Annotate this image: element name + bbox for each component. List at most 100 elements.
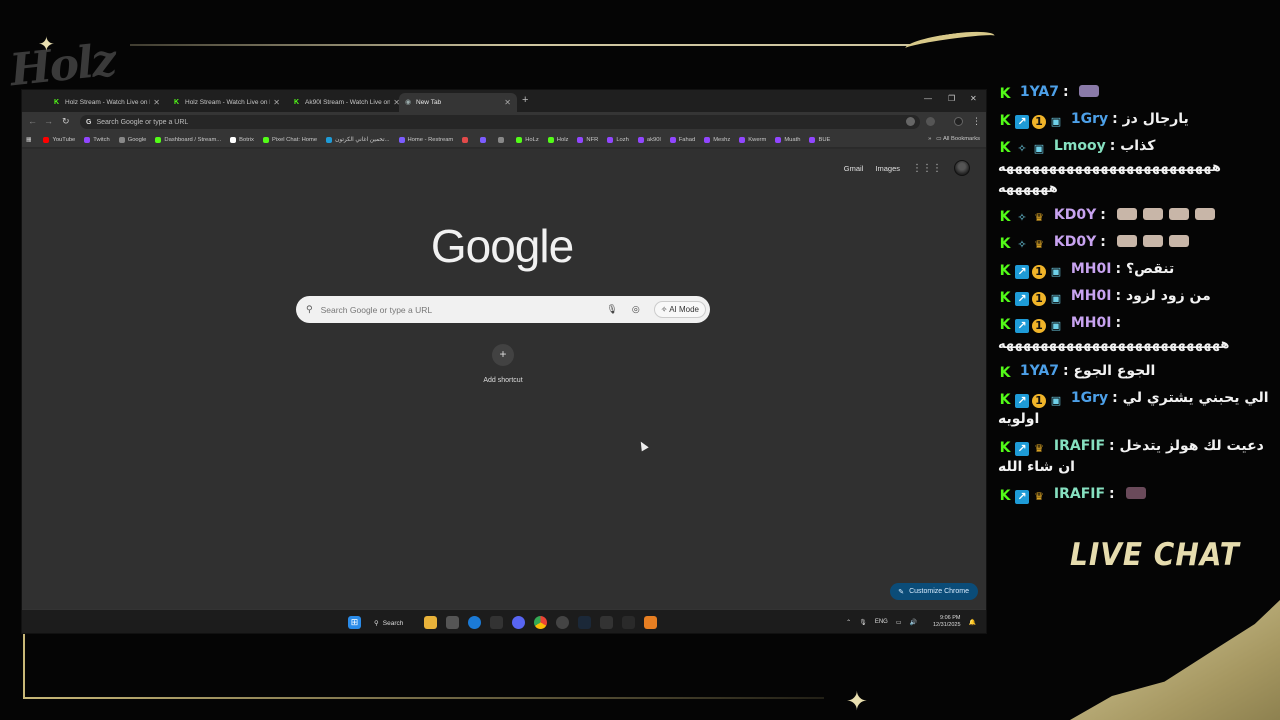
- chat-message: هههههههههههههههههههههههههه ههههههه: [992, 157, 1280, 199]
- emote: [1116, 208, 1137, 220]
- extension-icon[interactable]: [906, 117, 915, 126]
- kick-badge-icon: K: [999, 209, 1011, 225]
- microphone-icon[interactable]: 🎙: [859, 619, 867, 626]
- bookmark-label: Twitch: [93, 136, 110, 143]
- bookmark-item[interactable]: Dashboard / Stream...: [155, 136, 221, 143]
- microphone-icon[interactable]: 🎙: [606, 304, 617, 315]
- network-icon[interactable]: ▭: [896, 619, 902, 626]
- bookmark-item[interactable]: تخمين اغاني الكرتون...: [326, 136, 390, 143]
- bookmark-item[interactable]: Fahad: [669, 136, 695, 143]
- apps-grid-icon[interactable]: ▦: [26, 137, 31, 143]
- google-search-box[interactable]: ⚲ Search Google or type a URL 🎙 ◎ ✧ AI M…: [296, 296, 710, 323]
- minimize-icon[interactable]: —: [924, 94, 932, 103]
- app-icon[interactable]: [644, 616, 657, 629]
- bookmark-item[interactable]: [498, 136, 507, 143]
- bookmark-item[interactable]: Meshz: [704, 136, 731, 143]
- close-window-icon[interactable]: ✕: [970, 94, 977, 103]
- task-manager-icon[interactable]: [490, 616, 503, 629]
- bookmark-item[interactable]: Google: [118, 136, 146, 143]
- bookmark-item[interactable]: NFR: [577, 136, 598, 143]
- bookmark-item[interactable]: Pixel Chat: Home: [262, 136, 317, 143]
- images-link[interactable]: Images: [875, 164, 900, 173]
- notifications-icon[interactable]: 🔔: [969, 619, 976, 626]
- taskbar-search[interactable]: ⚲ Search: [374, 616, 418, 630]
- close-tab-icon[interactable]: ✕: [504, 98, 511, 107]
- address-bar[interactable]: G Search Google or type a URL: [80, 115, 920, 129]
- bookmark-item[interactable]: [480, 136, 489, 143]
- steam-icon[interactable]: [578, 616, 591, 629]
- live-chat-title: LIVE CHAT: [1070, 536, 1240, 573]
- bookmark-favicon: [498, 136, 505, 143]
- emote: [1116, 235, 1137, 247]
- verified-badge-icon: ↗: [1015, 292, 1029, 306]
- bookmark-item[interactable]: Home - Restream: [398, 136, 453, 143]
- discord-icon[interactable]: [512, 616, 525, 629]
- bookmark-favicon: [84, 136, 91, 143]
- bookmark-label: Holz: [556, 136, 569, 143]
- bookmark-item[interactable]: Botrix: [230, 136, 254, 143]
- bookmark-item[interactable]: ak90l: [637, 136, 661, 143]
- gold-badge-icon: 1: [1032, 115, 1046, 129]
- close-tab-icon[interactable]: ✕: [153, 98, 160, 107]
- extensions-puzzle-icon[interactable]: [926, 117, 935, 126]
- bookmark-item[interactable]: Muath: [775, 136, 800, 143]
- all-bookmarks-button[interactable]: » ▭ All Bookmarks: [928, 136, 980, 142]
- edge-icon[interactable]: [468, 616, 481, 629]
- tab-holz-stream-1[interactable]: K Holz Stream - Watch Live on Ki ✕: [48, 93, 166, 112]
- windows-start-icon[interactable]: ⊞: [348, 616, 361, 629]
- clock[interactable]: 9:06 PM 12/31/2025: [925, 615, 961, 629]
- obs-icon[interactable]: [556, 616, 569, 629]
- profile-icon[interactable]: [954, 117, 963, 126]
- tab-new-tab[interactable]: ◉ New Tab ✕: [399, 93, 517, 112]
- bookmark-item[interactable]: Kwerm: [739, 136, 766, 143]
- bookmark-item[interactable]: Holz: [547, 136, 569, 143]
- bookmark-label: HoLz: [525, 136, 539, 143]
- subscriber-badge-icon: ▣: [1033, 142, 1045, 155]
- new-tab-plus-icon[interactable]: +: [522, 94, 528, 106]
- file-explorer-icon[interactable]: [424, 616, 437, 629]
- search-input[interactable]: Search Google or type a URL: [321, 305, 607, 315]
- subscriber-badge-icon: ▣: [1050, 292, 1062, 305]
- avatar[interactable]: [954, 160, 970, 176]
- restore-icon[interactable]: ❐: [948, 94, 955, 103]
- google-lens-icon[interactable]: ◎: [632, 304, 640, 315]
- bookmark-item[interactable]: YouTube: [43, 136, 75, 143]
- verified-badge-icon: ↗: [1015, 442, 1029, 456]
- kick-badge-icon: K: [999, 317, 1011, 333]
- add-shortcut-button[interactable]: +: [492, 344, 514, 366]
- search-icon: ⚲: [306, 304, 313, 314]
- back-icon[interactable]: ←: [28, 116, 37, 126]
- bookmark-label: تخمين اغاني الكرتون...: [335, 136, 390, 143]
- chrome-taskbar-icon[interactable]: [534, 616, 547, 629]
- tab-holz-stream-2[interactable]: K Holz Stream - Watch Live on Ki ✕: [168, 93, 286, 112]
- close-tab-icon[interactable]: ✕: [273, 98, 280, 107]
- chrome-window: K Holz Stream - Watch Live on Ki ✕ K Hol…: [21, 89, 987, 634]
- menu-kebab-icon[interactable]: ⋮: [972, 116, 981, 127]
- app-icon[interactable]: [622, 616, 635, 629]
- bookmark-item[interactable]: Lozh: [607, 136, 629, 143]
- language-indicator[interactable]: ENG: [875, 619, 888, 625]
- bookmark-label: Meshz: [713, 136, 731, 143]
- bookmark-item[interactable]: [462, 136, 471, 143]
- forward-icon[interactable]: →: [44, 116, 53, 126]
- app-icon[interactable]: [600, 616, 613, 629]
- tab-ak90l-stream[interactable]: K Ak90l Stream - Watch Live on ✕: [288, 93, 406, 112]
- system-tray: ⌃ 🎙 ENG ▭ 🔊 9:06 PM 12/31/2025 🔔: [838, 615, 976, 629]
- star-decoration-icon: ✦: [38, 34, 55, 56]
- emote: [1125, 487, 1146, 499]
- bookmark-favicon: [637, 136, 644, 143]
- chevron-up-icon[interactable]: ⌃: [846, 619, 851, 626]
- google-apps-icon[interactable]: ⋮⋮⋮: [912, 163, 942, 174]
- customize-chrome-button[interactable]: ✎ Customize Chrome: [890, 583, 978, 600]
- bookmark-item[interactable]: HoLz: [516, 136, 539, 143]
- bookmark-item[interactable]: Twitch: [84, 136, 110, 143]
- volume-icon[interactable]: 🔊: [910, 619, 917, 626]
- calendar-icon[interactable]: [446, 616, 459, 629]
- reload-icon[interactable]: ↻: [62, 116, 70, 127]
- bookmark-item[interactable]: BUE: [809, 136, 830, 143]
- gmail-link[interactable]: Gmail: [844, 164, 864, 173]
- subscriber-badge-icon: ✧: [1017, 211, 1027, 224]
- ai-mode-button[interactable]: ✧ AI Mode: [653, 301, 706, 318]
- gold-badge-icon: 1: [1032, 319, 1046, 333]
- emote: [1142, 235, 1163, 247]
